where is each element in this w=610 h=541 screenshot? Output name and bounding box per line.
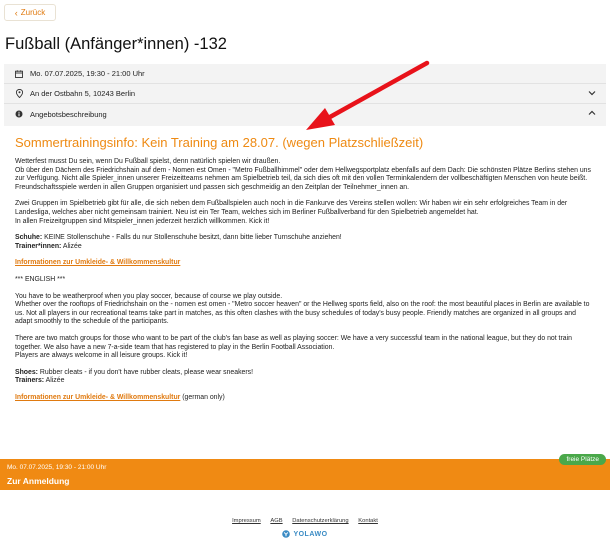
description-label: Angebotsbeschreibung [30, 109, 107, 119]
page-title: Fußball (Anfänger*innen) -132 [5, 35, 227, 53]
paragraph-de-3: Zwei Gruppen im Spielbetrieb gibt für al… [15, 200, 568, 216]
description-body: Wetterfest musst Du sein, wenn Du Fußbal… [15, 158, 595, 402]
datetime-text: Mo. 07.07.2025, 19:30 - 21:00 Uhr [30, 69, 145, 78]
trainer-text-de: Alizée [61, 242, 82, 250]
paragraph-en-4: Players are always welcome in all leisur… [15, 352, 188, 360]
calendar-icon [14, 69, 24, 78]
cta-label: Zur Anmeldung [7, 476, 70, 486]
yolawo-logo-icon [282, 530, 291, 538]
paragraph-de-4: In allen Freizeitgruppen sind Mitspieler… [15, 217, 270, 225]
footer-link-impressum[interactable]: Impressum [232, 518, 261, 524]
paragraph-en-2: Whether over the rooftops of Friedrichsh… [15, 301, 590, 326]
footer-logo[interactable]: YOLAWO [0, 530, 610, 538]
footer-brand: YOLAWO [293, 530, 328, 538]
paragraph-en-3: There are two match groups for those who… [15, 334, 572, 351]
link-en-suffix: (german only) [180, 393, 225, 401]
shoes-text-en: Rubber cleats - if you don't have rubber… [37, 368, 254, 376]
trainers-label-en: Trainers: [15, 377, 45, 385]
address-row[interactable]: An der Ostbahn 5, 10243 Berlin [4, 84, 606, 104]
address-text: An der Ostbahn 5, 10243 Berlin [30, 89, 136, 98]
footer-link-datenschutz[interactable]: Datenschutzerklärung [292, 518, 348, 524]
back-label: Zurück [20, 8, 46, 17]
trainers-line-en: Trainers: Alizée [15, 377, 595, 386]
info-circle-icon [14, 110, 24, 118]
chevron-down-icon[interactable] [588, 89, 596, 98]
trainer-line-de: Trainer*innen: Alizée [15, 243, 595, 252]
chevron-up-icon[interactable] [588, 109, 596, 118]
chevron-left-icon: ‹ [14, 7, 18, 18]
link-umkleide-de[interactable]: Informationen zur Umkleide- & Willkommen… [15, 259, 180, 266]
back-button[interactable]: ‹ Zurück [4, 4, 56, 21]
shoes-text-de: KEINE Stollenschuhe - Falls du nur Stoll… [42, 234, 342, 242]
paragraph-en-1: You have to be weatherproof when you pla… [15, 292, 283, 300]
shoes-line-de: Schuhe: KEINE Stollenschuhe - Falls du n… [15, 234, 595, 243]
paragraph-de-1: Wetterfest musst Du sein, wenn Du Fußbal… [15, 158, 281, 165]
shoes-line-en: Shoes: Rubber cleats - if you don't have… [15, 369, 595, 378]
paragraph-de-2: Ob über den Dächern des Friedrichshain a… [15, 166, 591, 191]
shoes-label-de: Schuhe: [15, 234, 43, 242]
description-toggle-row[interactable]: Angebotsbeschreibung [4, 104, 606, 124]
link-umkleide-en[interactable]: Informationen zur Umkleide- & Willkommen… [15, 394, 180, 401]
footer-link-kontakt[interactable]: Kontakt [358, 518, 378, 524]
location-pin-icon [14, 89, 24, 98]
cta-datetime: Mo. 07.07.2025, 19:30 - 21:00 Uhr [7, 464, 107, 471]
shoes-label-en: Shoes: [15, 368, 38, 376]
availability-badge: freie Plätze [559, 454, 606, 465]
info-box: Mo. 07.07.2025, 19:30 - 21:00 Uhr An der… [4, 64, 606, 126]
description-headline: Sommertrainingsinfo: Kein Training am 28… [15, 135, 424, 150]
datetime-row: Mo. 07.07.2025, 19:30 - 21:00 Uhr [4, 64, 606, 84]
trainer-label-de: Trainer*innen: [15, 242, 62, 250]
english-marker: *** ENGLISH *** [15, 275, 66, 283]
footer-links: Impressum AGB Datenschutzerklärung Konta… [0, 518, 610, 524]
trainers-text-en: Alizée [44, 377, 65, 385]
footer-link-agb[interactable]: AGB [270, 518, 282, 524]
register-button[interactable]: Mo. 07.07.2025, 19:30 - 21:00 Uhr Zur An… [0, 454, 610, 490]
